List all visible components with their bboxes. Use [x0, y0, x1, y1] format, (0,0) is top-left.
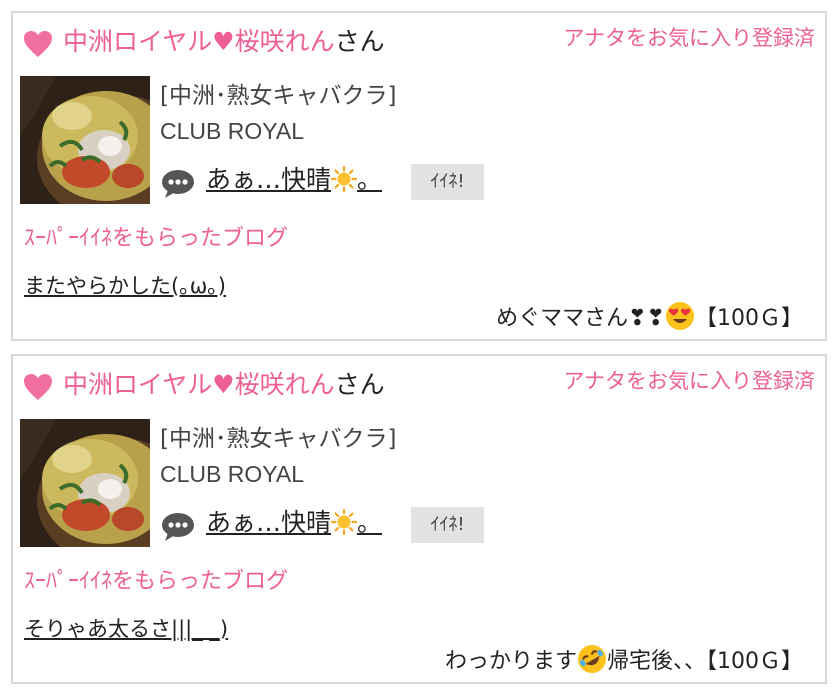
- gift-amount: 【100Ｇ】: [706, 649, 803, 674]
- cast-name: 中洲ロイヤル♥桜咲れんさん: [63, 368, 385, 402]
- shop-name: CLUB ROYAL: [160, 118, 305, 144]
- post-thumbnail[interactable]: [20, 76, 150, 204]
- like-button[interactable]: ｲｲﾈ!: [411, 507, 484, 543]
- blog-post-link[interactable]: あぁ…快晴 。: [206, 506, 382, 540]
- post-title-suffix: 。: [357, 508, 383, 537]
- post-title-text: あぁ…快晴: [206, 508, 332, 537]
- sender-name: めぐママさん❣❣: [496, 306, 665, 331]
- speech-bubble-icon: [162, 513, 194, 541]
- cast-name-link[interactable]: 中洲ロイヤル♥桜咲れん: [63, 370, 335, 399]
- heart-icon: [24, 31, 52, 57]
- shop-category: [中洲･熟女キャバクラ]: [160, 83, 397, 109]
- honorific: さん: [334, 370, 385, 399]
- blog-post-link[interactable]: あぁ…快晴 。: [206, 163, 382, 197]
- sender-message: 帰宅後、、: [606, 649, 706, 674]
- heart-icon: [24, 374, 52, 400]
- super-like-card: 中洲ロイヤル♥桜咲れんさん アナタをお気に入り登録済 [中洲･熟女キャバクラ] …: [11, 11, 827, 341]
- super-like-label: ｽｰﾊﾟｰｲｲﾈをもらったブログ: [24, 226, 289, 251]
- cast-name: 中洲ロイヤル♥桜咲れんさん: [63, 25, 385, 59]
- sun-icon: [331, 509, 358, 535]
- post-title-suffix: 。: [357, 165, 383, 194]
- super-liked-blog-link[interactable]: またやらかした(｡ω｡): [24, 271, 226, 301]
- favorite-status: アナタをお気に入り登録済: [563, 369, 815, 393]
- super-like-card: 中洲ロイヤル♥桜咲れんさん アナタをお気に入り登録済 [中洲･熟女キャバクラ] …: [11, 354, 827, 684]
- favorite-status: アナタをお気に入り登録済: [563, 26, 815, 50]
- cast-name-link[interactable]: 中洲ロイヤル♥桜咲れん: [63, 27, 335, 56]
- sender-name: わっかります: [444, 649, 577, 674]
- gift-amount: 【100Ｇ】: [695, 306, 803, 331]
- shop-category: [中洲･熟女キャバクラ]: [160, 426, 397, 452]
- gift-sender: わっかります 帰宅後、、【100Ｇ】: [445, 644, 803, 679]
- gift-sender: めぐママさん❣❣ 【100Ｇ】: [496, 301, 803, 336]
- super-like-label: ｽｰﾊﾟｰｲｲﾈをもらったブログ: [24, 569, 289, 594]
- rolling-laughing-emoji-icon: [577, 645, 606, 673]
- sun-icon: [331, 166, 358, 192]
- speech-bubble-icon: [162, 170, 194, 198]
- post-thumbnail[interactable]: [20, 419, 150, 547]
- heart-eyes-emoji-icon: [666, 302, 694, 330]
- honorific: さん: [334, 27, 385, 56]
- like-button[interactable]: ｲｲﾈ!: [411, 164, 484, 200]
- shop-name: CLUB ROYAL: [160, 461, 305, 487]
- post-title-text: あぁ…快晴: [206, 165, 332, 194]
- super-liked-blog-link[interactable]: そりゃあ太るさ|||_ _): [24, 614, 228, 644]
